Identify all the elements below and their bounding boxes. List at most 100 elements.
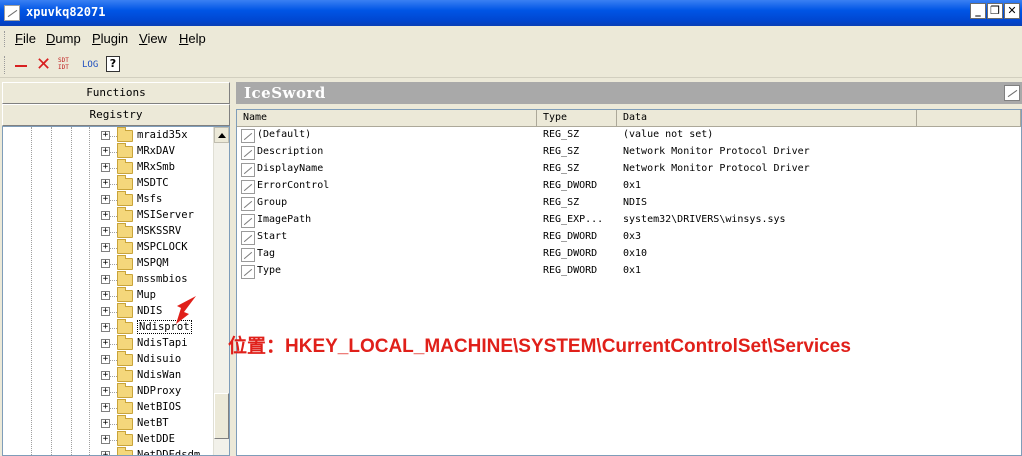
tree-item[interactable]: + NetBT [101, 415, 221, 432]
expand-icon[interactable]: + [101, 131, 110, 140]
tree-item[interactable]: + NetBIOS [101, 399, 221, 416]
expand-icon[interactable]: + [101, 403, 110, 412]
column-header-empty [917, 110, 1021, 127]
tree-item[interactable]: + NDIS [101, 303, 221, 320]
registry-value-row[interactable]: ImagePath REG_EXP... system32\DRIVERS\wins… [237, 213, 937, 230]
value-name: ErrorControl [257, 180, 330, 191]
menu-dump[interactable]: Dump [46, 31, 81, 46]
folder-icon [117, 159, 133, 174]
expand-icon[interactable]: + [101, 387, 110, 396]
registry-value-icon [241, 231, 255, 245]
value-data: 0x1 [623, 180, 642, 191]
minus-icon[interactable] [14, 55, 28, 75]
expand-icon[interactable]: + [101, 451, 110, 455]
folder-icon [117, 239, 133, 254]
expand-icon[interactable]: + [101, 371, 110, 380]
tree-item[interactable]: + MSPCLOCK [101, 239, 221, 256]
sdt-label: SDT [58, 57, 69, 64]
expand-icon[interactable]: + [101, 323, 110, 332]
expand-icon[interactable]: + [101, 355, 110, 364]
registry-value-row[interactable]: Tag REG_DWORD 0x10 [237, 247, 937, 264]
menu-help-label: elp [188, 31, 206, 46]
registry-value-row[interactable]: Start REG_DWORD 0x3 [237, 230, 937, 247]
menu-help[interactable]: Help [179, 31, 206, 46]
expand-icon[interactable]: + [101, 435, 110, 444]
expand-icon[interactable]: + [101, 227, 110, 236]
tree-item-label: NdisWan [137, 369, 182, 381]
menu-plugin[interactable]: Plugin [92, 31, 128, 46]
tree-item[interactable]: + mraid35x [101, 127, 221, 144]
tree-item[interactable]: + NdisTapi [101, 335, 221, 352]
registry-value-row[interactable]: Type REG_DWORD 0x1 [237, 264, 937, 281]
column-header-type[interactable]: Type [537, 110, 617, 127]
expand-icon[interactable]: + [101, 211, 110, 220]
expand-icon[interactable]: + [101, 275, 110, 284]
registry-value-row[interactable]: Group REG_SZ NDIS [237, 196, 937, 213]
tree-item[interactable]: + mssmbios [101, 271, 221, 288]
expand-icon[interactable]: + [101, 147, 110, 156]
sdt-idt-icon[interactable]: SDT IDT [58, 55, 76, 75]
tree-item[interactable]: + NDProxy [101, 383, 221, 400]
menu-plugin-label: lugin [100, 31, 129, 46]
menu-plugin-mnemonic: P [92, 31, 101, 46]
registry-value-row[interactable]: Description REG_SZ Network Monitor Protoco… [237, 145, 937, 162]
expand-icon[interactable]: + [101, 259, 110, 268]
folder-icon [117, 431, 133, 446]
tree-item[interactable]: + MSIServer [101, 207, 221, 224]
menu-file[interactable]: File [15, 31, 36, 46]
close-x-icon[interactable]: ✕ [36, 55, 52, 75]
registry-value-icon [241, 180, 255, 194]
column-header-data[interactable]: Data [617, 110, 917, 127]
registry-tree[interactable]: + mraid35x + MRxDAV + MRxSmb + MSDTC + Msfs + MSISe… [2, 126, 230, 456]
restore-button[interactable]: ❐ [987, 3, 1003, 19]
toolbar: ✕ SDT IDT LOG ? [0, 52, 1022, 78]
expand-icon[interactable]: + [101, 339, 110, 348]
title-bar: xpuvkq82071 _ ❐ ✕ [0, 0, 1022, 26]
value-type: REG_DWORD [543, 265, 598, 276]
registry-value-row[interactable]: DisplayName REG_SZ Network Monitor Protoco… [237, 162, 937, 179]
folder-icon [117, 319, 133, 334]
tree-item[interactable]: + NdisWan [101, 367, 221, 384]
value-type: REG_EXP... [543, 214, 604, 225]
tree-item-label: NDIS [137, 305, 163, 317]
folder-icon [117, 223, 133, 238]
toolbar-grip-handle [4, 56, 6, 74]
registry-button[interactable]: Registry [2, 104, 230, 126]
tree-item[interactable]: + MSPQM [101, 255, 221, 272]
tree-item[interactable]: + Msfs [101, 191, 221, 208]
registry-value-row[interactable]: (Default) REG_SZ (value not set) [237, 128, 937, 145]
value-type: REG_SZ [543, 163, 580, 174]
registry-values-list[interactable]: Name Type Data (Default) REG_SZ (value not… [236, 109, 1022, 456]
tree-item-label: MSDTC [137, 177, 169, 189]
tree-item-label: Msfs [137, 193, 163, 205]
expand-icon[interactable]: + [101, 163, 110, 172]
tree-item[interactable]: + Ndisuio [101, 351, 221, 368]
tree-item[interactable]: + MSKSSRV [101, 223, 221, 240]
tree-item[interactable]: + Mup [101, 287, 221, 304]
value-type: REG_SZ [543, 129, 580, 140]
tree-item[interactable]: + NetDDEdsdm [101, 447, 221, 455]
folder-icon [117, 255, 133, 270]
menu-file-label: ile [22, 31, 36, 46]
log-icon[interactable]: LOG [82, 55, 102, 75]
column-header-name[interactable]: Name [237, 110, 537, 127]
functions-button[interactable]: Functions [2, 82, 230, 104]
expand-icon[interactable]: + [101, 419, 110, 428]
registry-value-row[interactable]: ErrorControl REG_DWORD 0x1 [237, 179, 937, 196]
minimize-button[interactable]: _ [970, 3, 986, 19]
help-icon[interactable]: ? [106, 56, 120, 72]
tree-item[interactable]: + Ndisprot [101, 319, 221, 336]
tree-item[interactable]: + MRxSmb [101, 159, 221, 176]
expand-icon[interactable]: + [101, 243, 110, 252]
right-panel-header: IceSword [236, 82, 1022, 104]
tree-item[interactable]: + MSDTC [101, 175, 221, 192]
tree-item[interactable]: + NetDDE [101, 431, 221, 448]
tree-item-label: MSKSSRV [137, 225, 182, 237]
tree-item[interactable]: + MRxDAV [101, 143, 221, 160]
close-button[interactable]: ✕ [1004, 3, 1020, 19]
expand-icon[interactable]: + [101, 307, 110, 316]
expand-icon[interactable]: + [101, 195, 110, 204]
expand-icon[interactable]: + [101, 291, 110, 300]
expand-icon[interactable]: + [101, 179, 110, 188]
menu-view[interactable]: View [139, 31, 167, 46]
